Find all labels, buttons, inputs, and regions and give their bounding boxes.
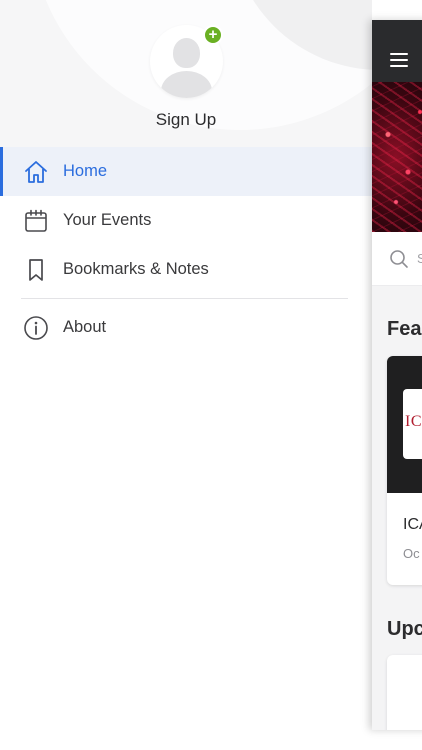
upcoming-event-card[interactable] bbox=[387, 655, 422, 730]
menu-item-label: Bookmarks & Notes bbox=[63, 260, 209, 278]
menu-item-about[interactable]: About bbox=[0, 303, 372, 352]
menu-item-label: About bbox=[63, 318, 107, 336]
search-icon bbox=[389, 249, 409, 274]
drawer-menu: Home Your Events Bookmarks & Notes About bbox=[0, 147, 372, 352]
menu-item-label: Home bbox=[63, 162, 108, 180]
search-placeholder: S bbox=[417, 251, 422, 266]
upcoming-section-title: Upc bbox=[387, 618, 422, 640]
sign-up-link[interactable]: Sign Up bbox=[0, 110, 372, 130]
app-top-bar bbox=[372, 20, 422, 82]
search-bar[interactable]: S bbox=[372, 232, 422, 286]
event-logo: ICE bbox=[403, 389, 422, 459]
menu-item-your-events[interactable]: Your Events bbox=[0, 196, 372, 245]
screen: + Sign Up Home Your Events Bookmarks & N… bbox=[0, 0, 422, 750]
hamburger-menu-icon[interactable] bbox=[390, 53, 408, 71]
menu-item-label: Your Events bbox=[63, 211, 152, 229]
info-icon bbox=[23, 315, 49, 341]
bookmark-icon bbox=[23, 257, 49, 283]
avatar-head-shape bbox=[173, 38, 200, 68]
menu-item-home[interactable]: Home bbox=[0, 147, 372, 196]
event-date: Oc bbox=[403, 546, 420, 561]
main-app-screen[interactable]: S Fea ICE ICA Oc Upc bbox=[372, 20, 422, 730]
featured-event-card[interactable]: ICE ICA Oc bbox=[387, 356, 422, 585]
calendar-icon bbox=[23, 208, 49, 234]
event-logo-text: ICE bbox=[405, 413, 422, 430]
menu-divider bbox=[21, 298, 348, 299]
hero-banner-image bbox=[372, 82, 422, 232]
featured-section-title: Fea bbox=[387, 318, 422, 340]
side-drawer: + Sign Up Home Your Events Bookmarks & N… bbox=[0, 0, 372, 750]
event-title: ICA bbox=[403, 516, 422, 533]
card-image: ICE bbox=[387, 356, 422, 493]
menu-item-bookmarks-notes[interactable]: Bookmarks & Notes bbox=[0, 245, 372, 294]
add-account-plus-icon[interactable]: + bbox=[203, 25, 223, 45]
avatar-body-shape bbox=[161, 71, 212, 98]
home-icon bbox=[23, 159, 49, 185]
